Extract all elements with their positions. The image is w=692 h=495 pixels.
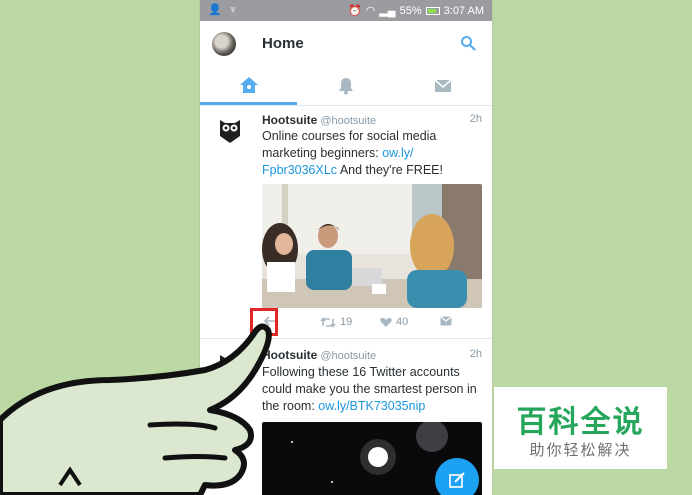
- status-right: ⏰ ◠ ▂▄ 55% 3:07 AM: [348, 4, 484, 18]
- alarm-icon: ⏰: [348, 5, 362, 17]
- wifi-icon: ◠: [365, 5, 376, 17]
- tweet-text: Following these 16 Twitter accounts coul…: [262, 364, 484, 415]
- watermark-title: 百科全说: [516, 406, 645, 439]
- tweet-link[interactable]: ow.ly/BTK73035nip: [318, 399, 425, 413]
- tweet[interactable]: Hootsuite @hootsuite 2h Online courses fo…: [200, 106, 492, 339]
- like-count: 40: [396, 316, 409, 328]
- author-name: Hootsuite: [262, 348, 318, 362]
- tab-bar: [200, 67, 492, 106]
- heart-icon: [380, 317, 392, 327]
- envelope-icon: [440, 316, 452, 326]
- watermark-subtitle: 助你轻松解决: [529, 442, 632, 459]
- tweet-text-end: And they're FREE!: [337, 163, 443, 177]
- status-notification-icons: 👤 ♆: [208, 4, 240, 16]
- retweet-icon: [320, 316, 336, 328]
- tweet-author[interactable]: Hootsuite @hootsuite: [262, 113, 376, 127]
- tweet-actions: 19 40: [262, 312, 482, 334]
- signal-icon: ▂▄: [379, 5, 396, 17]
- battery-percent: 55%: [399, 4, 422, 17]
- compose-icon: [449, 472, 465, 488]
- tab-messages[interactable]: [394, 67, 491, 105]
- retweet-count: 19: [340, 316, 353, 328]
- battery-icon: [425, 6, 440, 15]
- envelope-icon: [434, 79, 451, 92]
- clock: 3:07 AM: [443, 4, 484, 17]
- author-handle: @hootsuite: [320, 115, 377, 127]
- tweet-text: Online courses for social media marketin…: [262, 128, 484, 179]
- phone-screen: 👤 ♆ ⏰ ◠ ▂▄ 55% 3:07 AM Home Hootsuite @h…: [200, 0, 492, 495]
- status-bar: 👤 ♆ ⏰ ◠ ▂▄ 55% 3:07 AM: [200, 0, 492, 21]
- home-icon: [239, 76, 258, 93]
- tweet-photo[interactable]: [262, 184, 482, 308]
- watermark: 百科全说 助你轻松解决: [494, 387, 667, 469]
- hootsuite-owl-avatar[interactable]: [216, 351, 244, 379]
- hootsuite-owl-avatar[interactable]: [216, 116, 244, 144]
- author-name: Hootsuite: [262, 113, 318, 127]
- tweet-time: 2h: [469, 348, 482, 360]
- tab-home[interactable]: [200, 67, 297, 105]
- author-handle: @hootsuite: [320, 350, 377, 362]
- like-button[interactable]: 40: [380, 316, 408, 328]
- bell-icon: [338, 78, 353, 95]
- search-icon[interactable]: [460, 35, 476, 51]
- direct-message-button[interactable]: [440, 316, 452, 326]
- tweet-time: 2h: [469, 113, 482, 125]
- profile-avatar[interactable]: [212, 32, 236, 56]
- retweet-button[interactable]: 19: [320, 316, 352, 328]
- compose-tweet-button[interactable]: [435, 458, 479, 495]
- tab-notifications[interactable]: [297, 67, 394, 105]
- reply-button-highlight: [250, 308, 278, 336]
- page-title: Home: [262, 35, 304, 52]
- tweet-author[interactable]: Hootsuite @hootsuite: [262, 348, 376, 362]
- timeline: Hootsuite @hootsuite 2h Online courses fo…: [200, 106, 492, 495]
- app-header: Home: [200, 21, 492, 67]
